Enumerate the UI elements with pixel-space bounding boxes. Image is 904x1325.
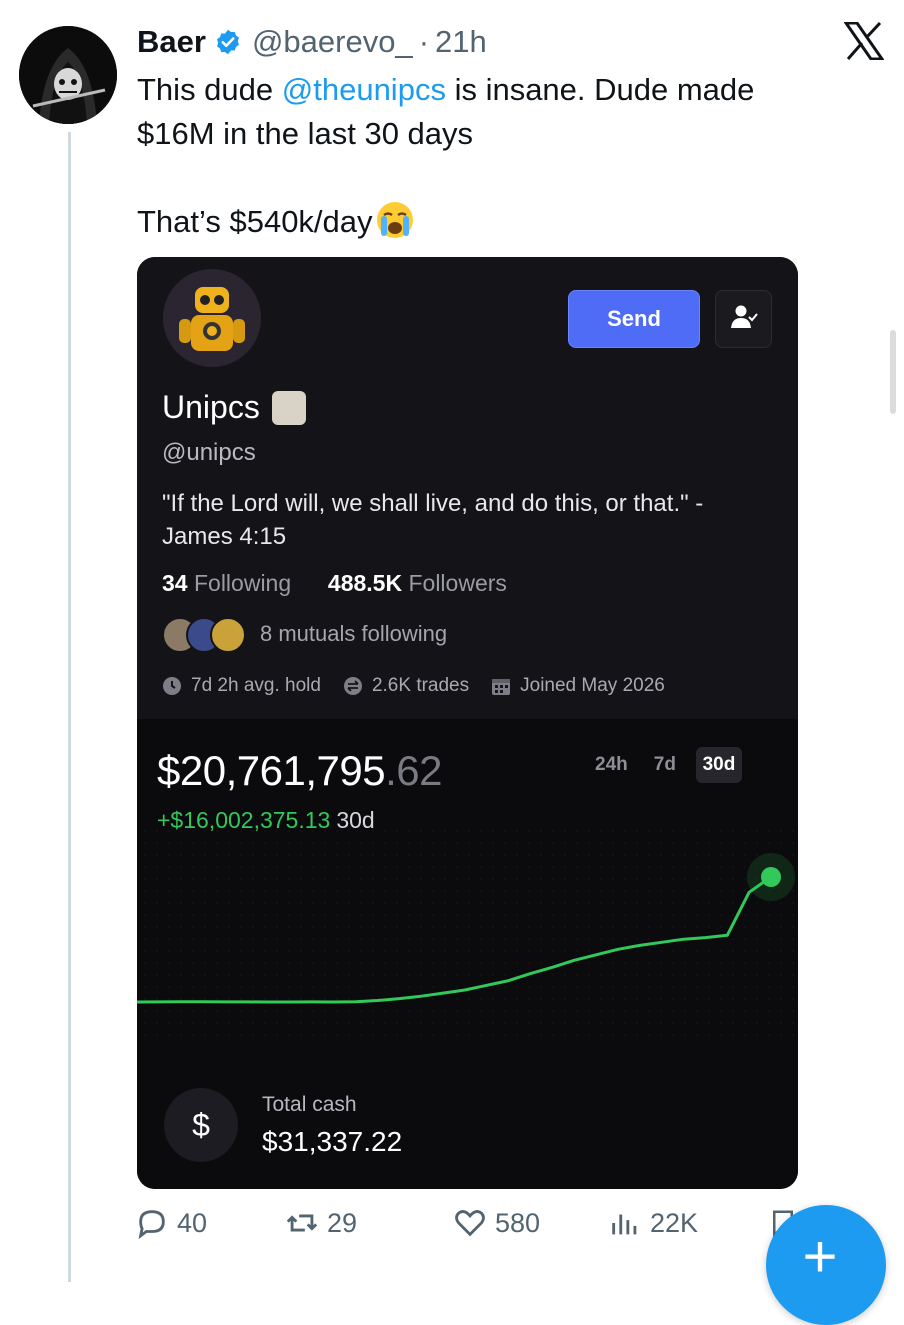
chart-dot-grid bbox=[144, 830, 794, 1036]
time-range-selector: 24h 7d 30d bbox=[589, 747, 742, 783]
portfolio-balance: $20,761,795.62 bbox=[157, 747, 442, 795]
tweet-line-3-text: That’s $540k/day bbox=[137, 204, 373, 239]
tweet-line-1: This dude @theunipcs is insane. Dude mad… bbox=[137, 68, 837, 112]
balance-cents: .62 bbox=[385, 747, 442, 794]
range-30d[interactable]: 30d bbox=[695, 747, 742, 783]
views-count: 22K bbox=[650, 1207, 699, 1238]
joined: Joined May 2026 bbox=[491, 675, 665, 697]
views-icon bbox=[612, 1214, 637, 1235]
reply-count: 40 bbox=[177, 1207, 208, 1238]
followers-count: 488.5K bbox=[327, 570, 403, 596]
calendar-icon bbox=[491, 676, 511, 696]
follow-user-icon bbox=[730, 304, 758, 335]
dollar-icon: $ bbox=[164, 1088, 238, 1162]
like-count: 580 bbox=[495, 1207, 541, 1238]
followers-label: Followers bbox=[408, 570, 507, 596]
following-label: Following bbox=[193, 570, 292, 596]
tweet-text: This dude @theunipcs is insane. Dude mad… bbox=[137, 68, 837, 244]
mention-link[interactable]: @theunipcs bbox=[282, 72, 446, 107]
compose-plus-icon: + bbox=[802, 1223, 838, 1290]
chart-end-dot bbox=[761, 867, 781, 887]
tweet-line-3: That’s $540k/day bbox=[137, 200, 837, 244]
reply-icon bbox=[138, 1210, 165, 1240]
pnl-line-chart bbox=[137, 830, 795, 1036]
tweet-header: Baer @baerevo_ · 21h bbox=[137, 22, 487, 62]
retweet-icon bbox=[286, 1214, 318, 1232]
profile-card-image[interactable]: Send Unipcs @unipcs "If the Lord will, w… bbox=[137, 257, 798, 1189]
avg-hold-text: 7d 2h avg. hold bbox=[191, 675, 321, 696]
total-cash-label: Total cash bbox=[262, 1093, 357, 1116]
mutual-avatar bbox=[210, 617, 246, 653]
tweet-text-suffix: is insane. Dude made bbox=[445, 72, 755, 107]
follow-user-button[interactable] bbox=[715, 290, 772, 348]
follow-stats: 34 Following 488.5K Followers bbox=[162, 570, 507, 597]
x-logo-icon bbox=[843, 21, 885, 61]
mutual-avatars bbox=[162, 617, 248, 653]
thread-line bbox=[68, 132, 71, 1282]
clock-icon bbox=[162, 676, 182, 696]
header-separator: · bbox=[418, 24, 430, 59]
compose-button[interactable]: + bbox=[766, 1205, 886, 1325]
display-name-text: Unipcs bbox=[162, 389, 260, 425]
loudly-crying-emoji-icon bbox=[375, 200, 415, 240]
retweet-button[interactable]: 29 bbox=[285, 1206, 357, 1240]
scrollbar[interactable] bbox=[890, 330, 896, 414]
send-button[interactable]: Send bbox=[568, 290, 700, 348]
trades-text: 2.6K trades bbox=[371, 675, 470, 696]
name-emoji-icon bbox=[271, 390, 306, 425]
profile-bio: "If the Lord will, we shall live, and do… bbox=[162, 490, 704, 550]
mutuals-text: 8 mutuals following bbox=[260, 621, 448, 646]
pnl-series-line bbox=[137, 875, 772, 1004]
total-cash-value: $31,337.22 bbox=[262, 1126, 403, 1157]
author-handle[interactable]: @baerevo_ bbox=[252, 24, 413, 60]
verified-badge-icon bbox=[214, 28, 242, 56]
range-7d[interactable]: 7d bbox=[648, 747, 682, 783]
profile-avatar bbox=[163, 269, 261, 367]
tweet-line-2: $16M in the last 30 days bbox=[137, 116, 474, 151]
range-24h[interactable]: 24h bbox=[589, 747, 634, 783]
following-count: 34 bbox=[162, 570, 188, 596]
like-icon bbox=[455, 1210, 485, 1237]
tweet-text-prefix: This dude bbox=[137, 72, 282, 107]
mutuals-row: 8 mutuals following bbox=[162, 615, 447, 653]
author-name[interactable]: Baer bbox=[137, 24, 206, 60]
author-avatar[interactable] bbox=[19, 26, 117, 124]
balance-main: $20,761,795 bbox=[157, 747, 386, 794]
profile-handle: @unipcs bbox=[162, 439, 256, 466]
profile-display-name: Unipcs bbox=[162, 389, 306, 426]
like-button[interactable]: 580 bbox=[453, 1206, 540, 1240]
joined-text: Joined May 2026 bbox=[520, 675, 665, 696]
tweet-timestamp[interactable]: 21h bbox=[435, 24, 487, 60]
trader-meta-row: 7d 2h avg. hold 2.6K trades Joined May 2… bbox=[162, 673, 687, 699]
retweet-count: 29 bbox=[327, 1207, 358, 1238]
reply-button[interactable]: 40 bbox=[135, 1206, 207, 1240]
avg-hold: 7d 2h avg. hold bbox=[162, 675, 321, 697]
views-button[interactable]: 22K bbox=[608, 1206, 698, 1240]
trades: 2.6K trades bbox=[343, 675, 469, 697]
swap-icon bbox=[343, 676, 363, 696]
